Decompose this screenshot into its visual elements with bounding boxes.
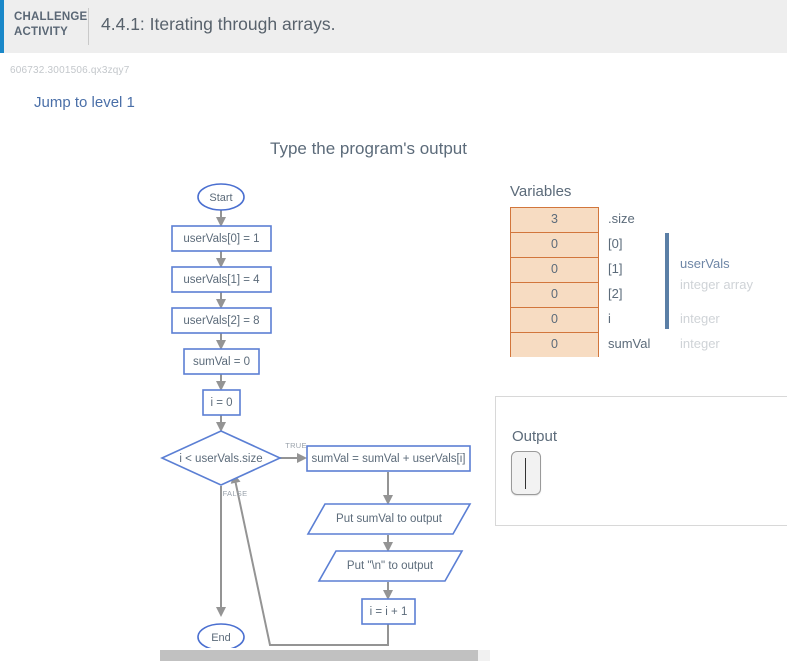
header-accent-bar bbox=[0, 0, 4, 53]
horizontal-scrollbar-thumb[interactable] bbox=[160, 650, 478, 661]
program-flowchart: Start userVals[0] = 1 userVals[1] = 4 us… bbox=[150, 178, 490, 648]
flowchart-node-increment: i = i + 1 bbox=[361, 598, 416, 625]
challenge-activity-header: CHALLENGE ACTIVITY 4.4.1: Iterating thro… bbox=[0, 0, 787, 53]
table-row: 0 i integer bbox=[510, 307, 787, 332]
page-title-text: Type the program's output bbox=[270, 139, 467, 158]
svg-text:i < userVals.size: i < userVals.size bbox=[179, 453, 262, 465]
svg-text:i = i + 1: i = i + 1 bbox=[370, 606, 408, 618]
variable-value-cell: 0 bbox=[510, 257, 599, 282]
variable-name-label: i bbox=[608, 311, 611, 326]
flowchart-node-i-init: i = 0 bbox=[202, 389, 241, 416]
variable-name-label: [2] bbox=[608, 286, 623, 301]
variable-value-cell: 0 bbox=[510, 307, 599, 332]
variable-name-label: [0] bbox=[608, 236, 623, 251]
flowchart-node-accumulate: sumVal = sumVal + userVals[i] bbox=[306, 445, 471, 472]
variable-type-label: integer bbox=[680, 336, 720, 351]
array-group-bracket bbox=[665, 233, 669, 329]
variable-value-cell: 3 bbox=[510, 207, 599, 232]
horizontal-scrollbar-track[interactable] bbox=[160, 650, 490, 661]
svg-text:i = 0: i = 0 bbox=[210, 397, 232, 409]
output-panel: Output bbox=[495, 396, 787, 526]
flowchart-node-assign-1: userVals[1] = 4 bbox=[171, 266, 272, 293]
table-row: 0 [0] bbox=[510, 232, 787, 257]
array-group-name: userVals bbox=[680, 256, 730, 271]
table-row: 3 .size bbox=[510, 207, 787, 232]
flowchart-node-sumval-init: sumVal = 0 bbox=[183, 348, 260, 375]
svg-text:Put sumVal to output: Put sumVal to output bbox=[336, 513, 443, 525]
variable-value-cell: 0 bbox=[510, 282, 599, 307]
jump-to-level-link[interactable]: Jump to level 1 bbox=[34, 94, 135, 111]
variable-name-label: .size bbox=[608, 211, 635, 226]
array-group-type: integer array bbox=[680, 277, 753, 292]
flowchart-node-assign-0: userVals[0] = 1 bbox=[171, 225, 272, 252]
svg-text:userVals[0] = 1: userVals[0] = 1 bbox=[183, 233, 259, 245]
variable-value-cell: 0 bbox=[510, 332, 599, 357]
variables-heading: Variables bbox=[510, 183, 572, 200]
svg-text:userVals[2] = 8: userVals[2] = 8 bbox=[183, 315, 259, 327]
flowchart-node-loop-condition: i < userVals.size bbox=[160, 430, 282, 486]
activity-title: 4.4.1: Iterating through arrays. bbox=[101, 14, 336, 34]
svg-text:Put "\n" to output: Put "\n" to output bbox=[347, 560, 434, 572]
svg-text:sumVal = 0: sumVal = 0 bbox=[193, 356, 250, 368]
flowchart-node-assign-2: userVals[2] = 8 bbox=[171, 307, 272, 334]
flowchart-node-put-newline: Put "\n" to output bbox=[317, 550, 464, 582]
flowchart-node-start: Start bbox=[197, 183, 245, 211]
header-divider bbox=[88, 8, 89, 45]
flowchart-node-end: End bbox=[197, 623, 245, 648]
svg-text:Start: Start bbox=[209, 192, 232, 204]
text-caret bbox=[525, 458, 526, 489]
variable-type-label: integer bbox=[680, 311, 720, 326]
challenge-activity-label: CHALLENGE ACTIVITY bbox=[14, 11, 88, 38]
output-label: Output bbox=[512, 428, 558, 445]
table-row: 0 sumVal integer bbox=[510, 332, 787, 357]
flowchart-branch-label-true: TRUE bbox=[285, 441, 307, 450]
variable-value-cell: 0 bbox=[510, 232, 599, 257]
page-title: Type the program's output bbox=[0, 139, 787, 159]
flowchart-node-put-sumval: Put sumVal to output bbox=[306, 503, 472, 535]
output-input[interactable] bbox=[511, 451, 541, 495]
variable-name-label: [1] bbox=[608, 261, 623, 276]
variables-table: 3 .size 0 [0] 0 [1] 0 [2] 0 i integer 0 … bbox=[510, 207, 787, 357]
flowchart-branch-label-false: FALSE bbox=[223, 489, 248, 498]
svg-text:End: End bbox=[211, 632, 231, 644]
variable-name-label: sumVal bbox=[608, 336, 651, 351]
activity-id-text: 606732.3001506.qx3zqy7 bbox=[10, 65, 130, 76]
svg-text:userVals[1] = 4: userVals[1] = 4 bbox=[183, 274, 260, 286]
svg-text:sumVal = sumVal + userVals[i]: sumVal = sumVal + userVals[i] bbox=[311, 453, 465, 465]
